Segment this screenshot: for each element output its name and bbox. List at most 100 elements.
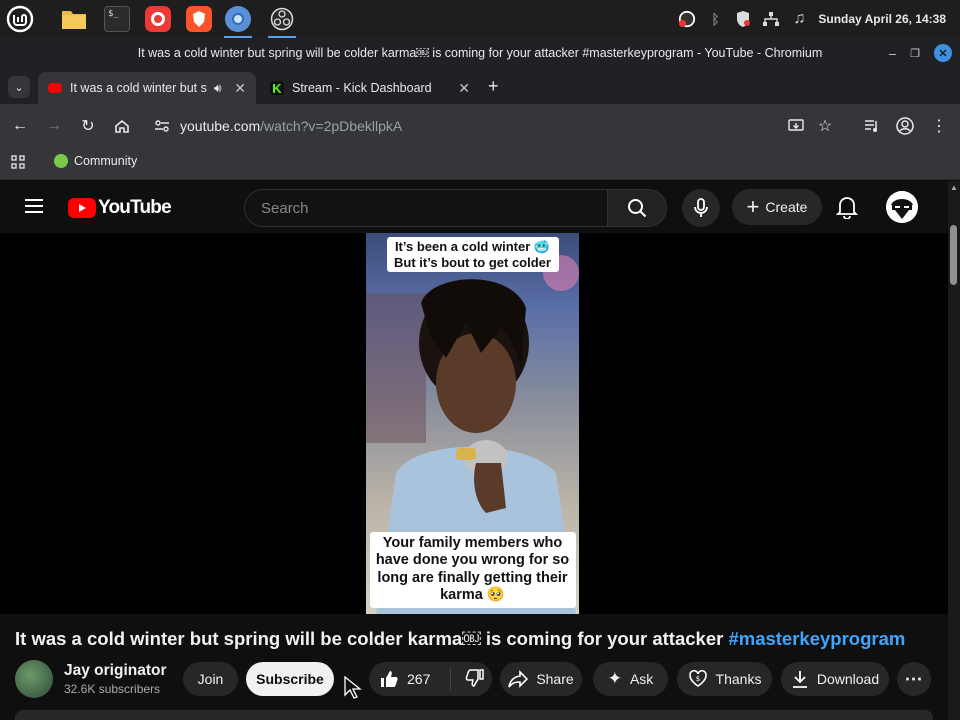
obs-tray-icon[interactable] [678, 10, 696, 28]
thumbs-up-icon [381, 671, 398, 687]
more-actions-button[interactable]: ⋯ [897, 662, 931, 696]
dislike-button[interactable] [465, 668, 485, 691]
channel-name[interactable]: Jay originator [64, 662, 167, 680]
video-caption-top: It’s been a cold winter 🥶 But it’s bout … [386, 237, 559, 273]
voice-search-button[interactable] [682, 189, 720, 227]
like-button[interactable]: 267 [379, 669, 430, 689]
join-button[interactable]: Join [183, 662, 238, 696]
share-button[interactable]: Share [500, 662, 582, 696]
speaker-icon[interactable]: 🔊︎ [214, 81, 222, 96]
close-tab-icon[interactable]: ✕ [234, 80, 246, 97]
video-frame[interactable]: It’s been a cold winter 🥶 But it’s bout … [366, 233, 579, 614]
install-app-icon[interactable] [784, 114, 808, 138]
account-avatar[interactable] [886, 191, 918, 223]
community-favicon-icon [54, 154, 68, 168]
microphone-icon [694, 198, 708, 217]
search-icon [628, 199, 647, 218]
network-icon[interactable] [762, 10, 780, 28]
svg-text:$: $ [695, 675, 699, 683]
mint-menu-icon[interactable] [4, 3, 36, 35]
window-controls: – ❐ ✕ [889, 44, 952, 62]
new-tab-plus-icon[interactable]: + [488, 76, 499, 97]
youtube-header: YouTube + Create [0, 181, 948, 233]
profile-icon[interactable] [893, 114, 917, 138]
video-title-text: It was a cold winter but spring will be … [15, 628, 729, 649]
video-title: It was a cold winter but spring will be … [15, 628, 945, 650]
mouse-cursor-icon [344, 675, 362, 705]
shield-icon[interactable] [734, 10, 752, 28]
youtube-favicon-icon [48, 83, 62, 93]
media-controls-icon[interactable] [860, 114, 884, 138]
like-divider [450, 668, 452, 690]
page-scrollbar[interactable]: ▲ [948, 181, 960, 720]
search-box[interactable] [244, 189, 608, 227]
description-box-edge[interactable] [15, 710, 933, 720]
youtube-logo[interactable]: YouTube [68, 197, 172, 219]
close-tab-icon[interactable]: ✕ [458, 80, 470, 97]
bookmarks-bar: Community [0, 148, 960, 180]
bluetooth-icon[interactable]: ᛒ [706, 10, 724, 28]
search-input[interactable] [261, 199, 607, 217]
bookmark-label: Community [74, 154, 138, 168]
channel-avatar[interactable] [15, 660, 53, 698]
subscribe-button[interactable]: Subscribe [246, 662, 334, 696]
tab-search-chevron-icon[interactable]: ⌄ [8, 76, 30, 98]
ask-button[interactable]: ✦ Ask [593, 662, 668, 696]
download-label: Download [816, 671, 880, 687]
like-count: 267 [407, 671, 431, 687]
home-icon[interactable] [110, 114, 134, 138]
system-tray: ᛒ ♫ Sunday April 26, 14:38 [678, 0, 960, 38]
minimize-icon[interactable]: – [889, 46, 896, 61]
video-caption-bottom: Your family members who have done you wr… [369, 532, 576, 608]
hamburger-menu-icon[interactable] [24, 198, 44, 219]
obs-icon[interactable] [266, 3, 298, 38]
subscriber-count: 32.6K subscribers [64, 682, 161, 696]
share-arrow-icon [508, 670, 529, 688]
os-taskbar: $_ ᛒ ♫ Sunday April 26, 14:38 [0, 0, 960, 38]
thumbs-down-icon [465, 668, 485, 687]
reload-icon[interactable]: ↻ [76, 114, 100, 138]
share-label: Share [536, 671, 574, 687]
terminal-icon[interactable]: $_ [101, 3, 133, 35]
back-arrow-icon[interactable]: ← [8, 114, 32, 138]
url-host: youtube.com [180, 118, 261, 134]
maximize-icon[interactable]: ❐ [910, 47, 920, 60]
browser-toolbar: ← → ↻ youtube.com/watch?v=2pDbekllpkA ☆ … [0, 104, 960, 148]
apps-grid-icon[interactable] [11, 155, 25, 174]
thanks-label: Thanks [715, 671, 762, 687]
address-bar[interactable]: youtube.com/watch?v=2pDbekllpkA [180, 118, 402, 134]
youtube-play-icon [68, 198, 96, 218]
tab-kick-dashboard[interactable]: K Stream - Kick Dashboard ✕ [260, 72, 480, 104]
subscribe-label: Subscribe [256, 671, 324, 687]
tab-youtube[interactable]: It was a cold winter but s 🔊︎ ✕ [38, 72, 256, 104]
hashtag-link[interactable]: #masterkeyprogram [728, 628, 905, 649]
close-window-icon[interactable]: ✕ [934, 44, 952, 62]
site-settings-icon[interactable] [150, 114, 174, 138]
thanks-heart-icon: $ [688, 669, 707, 687]
search-button[interactable] [607, 189, 667, 227]
download-button[interactable]: Download [781, 662, 889, 696]
brave-icon[interactable] [183, 3, 215, 35]
plus-icon: + [746, 194, 760, 219]
thanks-button[interactable]: $ Thanks [677, 662, 772, 696]
chromium-icon[interactable] [222, 3, 254, 38]
video-player[interactable]: It’s been a cold winter 🥶 But it’s bout … [0, 233, 948, 614]
notifications-bell-icon[interactable] [835, 195, 859, 224]
scroll-up-arrow-icon[interactable]: ▲ [950, 183, 958, 192]
music-note-icon[interactable]: ♫ [790, 10, 808, 28]
scrollbar-thumb[interactable] [950, 225, 957, 285]
bookmark-community[interactable]: Community [54, 154, 137, 168]
create-button[interactable]: + Create [732, 189, 822, 225]
tab-label: It was a cold winter but s [70, 81, 207, 95]
like-dislike-group: 267 [369, 662, 492, 696]
bookmark-star-icon[interactable]: ☆ [813, 114, 837, 138]
files-icon[interactable] [58, 3, 90, 35]
menu-kebab-icon[interactable]: ⋮ [927, 114, 951, 138]
forward-arrow-icon[interactable]: → [42, 114, 66, 138]
clock[interactable]: Sunday April 26, 14:38 [818, 12, 946, 26]
youtube-wordmark: YouTube [98, 197, 172, 218]
download-icon [792, 671, 807, 688]
url-path: /watch?v=2pDbekllpkA [260, 118, 403, 134]
ask-label: Ask [629, 671, 654, 687]
vivaldi-icon[interactable] [142, 3, 174, 35]
